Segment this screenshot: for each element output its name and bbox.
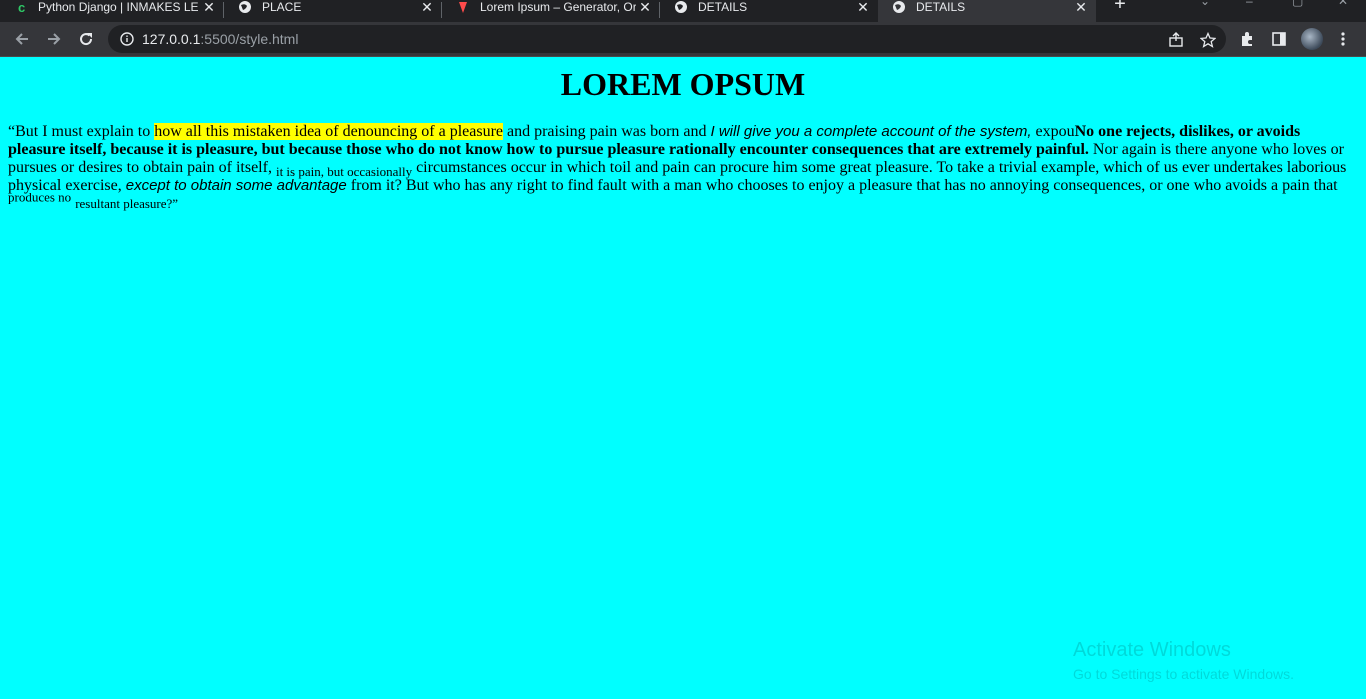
info-icon[interactable]: [120, 32, 134, 46]
close-icon[interactable]: ✕: [1072, 0, 1090, 16]
close-icon[interactable]: ✕: [854, 0, 872, 16]
watermark-subtitle: Go to Settings to activate Windows.: [1073, 666, 1294, 682]
menu-icon[interactable]: [1334, 30, 1352, 48]
tab-title: Lorem Ipsum – Generator, Or: [480, 0, 636, 14]
side-panel-icon[interactable]: [1270, 30, 1288, 48]
text-run: “But I must explain to: [8, 123, 155, 140]
tab-title: DETAILS: [698, 0, 748, 14]
watermark-title: Activate Windows: [1073, 639, 1231, 661]
tab-python-django[interactable]: c Python Django | INMAKES LE ✕: [0, 0, 224, 22]
address-bar[interactable]: 127.0.0.1:5500/style.html: [108, 25, 1226, 53]
tab-title: Python Django | INMAKES LE: [38, 0, 199, 14]
profile-avatar[interactable]: [1301, 28, 1323, 50]
globe-icon: [238, 0, 252, 14]
tab-details-active[interactable]: DETAILS ✕: [878, 0, 1096, 22]
tab-title: DETAILS: [916, 0, 966, 14]
minimize-icon[interactable]: –: [1246, 0, 1253, 8]
tab-lorem-ipsum[interactable]: Lorem Ipsum – Generator, Or ✕: [442, 0, 660, 22]
new-tab-button[interactable]: +: [1110, 0, 1130, 14]
tab-place[interactable]: PLACE ✕: [224, 0, 442, 22]
restore-icon[interactable]: ▢: [1292, 0, 1303, 8]
close-window-icon[interactable]: ✕: [1338, 0, 1348, 8]
url-text: 127.0.0.1:5500/style.html: [142, 31, 298, 47]
body-paragraph: “But I must explain to how all this mist…: [8, 123, 1358, 213]
browser-toolbar: 127.0.0.1:5500/style.html: [0, 22, 1366, 57]
tab-title: PLACE: [262, 0, 302, 14]
forward-icon[interactable]: [44, 29, 64, 49]
text-run: and praising pain was born and: [503, 123, 711, 140]
close-icon[interactable]: ✕: [636, 0, 654, 16]
reload-icon[interactable]: [76, 29, 96, 49]
svg-text:c: c: [18, 0, 25, 14]
text-run: from it? But who has any right to find f…: [346, 177, 1338, 194]
url-path: :5500/style.html: [200, 31, 299, 47]
text-run: expou: [1031, 123, 1075, 140]
italic-text: except to obtain some advantage: [125, 177, 347, 194]
close-icon[interactable]: ✕: [200, 0, 218, 16]
tab-strip: c Python Django | INMAKES LE ✕ PLACE ✕ L…: [0, 0, 1366, 22]
page-content: LOREM OPSUM “But I must explain to how a…: [0, 57, 1366, 699]
django-icon: c: [14, 0, 28, 14]
back-icon[interactable]: [12, 29, 32, 49]
tab-details[interactable]: DETAILS ✕: [660, 0, 878, 22]
page-title: LOREM OPSUM: [560, 66, 806, 102]
italic-text: I will give you a complete account of th…: [710, 123, 1032, 140]
globe-icon: [674, 0, 688, 14]
tab-search-icon[interactable]: ⌄: [1200, 0, 1210, 8]
extensions-icon[interactable]: [1238, 30, 1256, 48]
lorem-icon: [456, 0, 470, 14]
small-text: resultant pleasure?”: [75, 196, 179, 211]
windows-activation-watermark: Activate Windows Go to Settings to activ…: [1073, 639, 1294, 682]
bookmark-star-icon[interactable]: [1200, 32, 1216, 48]
close-icon[interactable]: ✕: [418, 0, 436, 16]
url-host: 127.0.0.1: [142, 31, 201, 47]
superscript-text: produces no: [8, 189, 72, 205]
share-icon[interactable]: [1168, 32, 1184, 48]
highlighted-text: how all this mistaken idea of denouncing…: [154, 123, 503, 140]
globe-icon: [892, 0, 906, 14]
